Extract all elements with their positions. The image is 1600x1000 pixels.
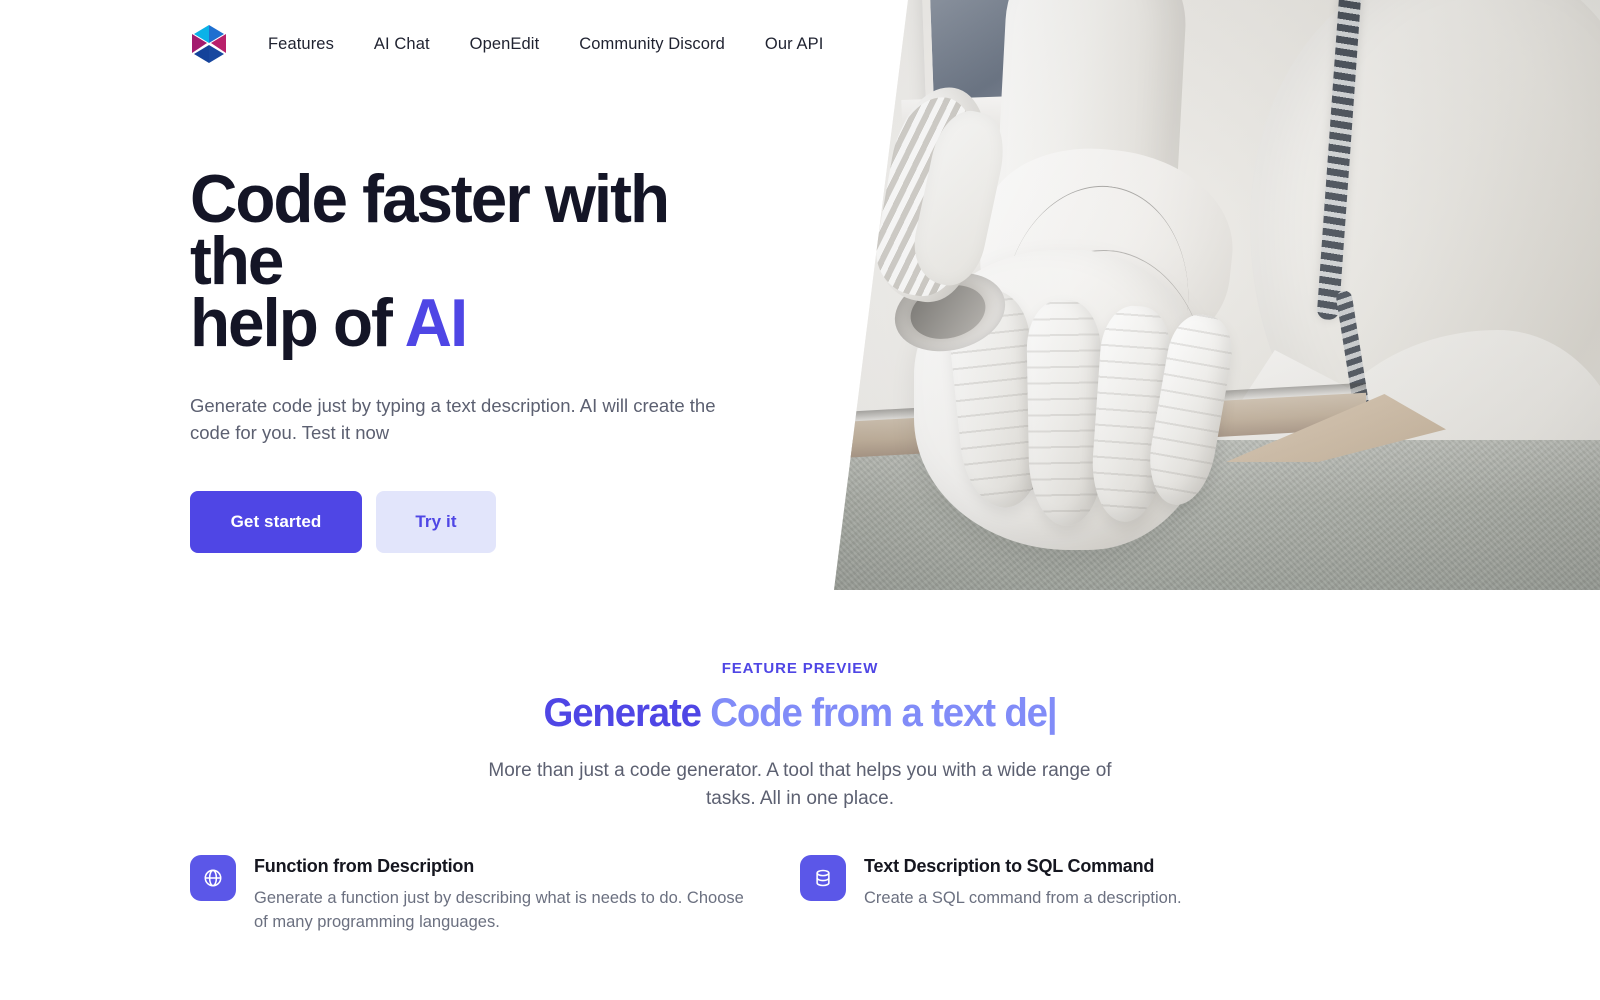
get-started-button[interactable]: Get started	[190, 491, 362, 553]
nav-links: Features AI Chat OpenEdit Community Disc…	[268, 35, 823, 54]
page-title: Code faster with the help of AI	[190, 165, 769, 357]
feature-card-function-from-description[interactable]: Function from Description Generate a fun…	[190, 855, 800, 934]
typed-animated-text: Code from a text de	[710, 691, 1048, 735]
nav-link-ai-chat[interactable]: AI Chat	[374, 35, 430, 54]
feature-preview-heading: Generate Code from a text de|	[32, 687, 1568, 739]
hero-image	[834, 0, 1600, 590]
photo-vignette	[834, 0, 1600, 590]
feature-card-title: Function from Description	[254, 856, 475, 876]
feature-preview-section: FEATURE PREVIEW Generate Code from a tex…	[0, 660, 1600, 813]
main-navigation: Features AI Chat OpenEdit Community Disc…	[0, 0, 1600, 88]
feature-card-description: Generate a function just by describing w…	[254, 889, 744, 931]
text-cursor: |	[1046, 691, 1058, 735]
feature-card-body: Text Description to SQL Command Create a…	[864, 855, 1182, 934]
nav-link-features[interactable]: Features	[268, 35, 334, 54]
database-icon	[800, 855, 846, 901]
hero-subtitle: Generate code just by typing a text desc…	[190, 395, 716, 443]
landing-page: Features AI Chat OpenEdit Community Disc…	[0, 0, 1600, 1000]
feature-card-text-description-to-sql[interactable]: Text Description to SQL Command Create a…	[800, 855, 1410, 934]
feature-preview-subtitle: More than just a code generator. A tool …	[488, 760, 1112, 809]
feature-preview-eyebrow: FEATURE PREVIEW	[721, 660, 879, 677]
nav-link-our-api[interactable]: Our API	[765, 35, 823, 54]
hero-title-line-1: Code faster with the	[190, 161, 670, 299]
nav-link-openedit[interactable]: OpenEdit	[470, 35, 540, 54]
feature-card-body: Function from Description Generate a fun…	[254, 855, 760, 934]
hero-title-highlight: AI	[404, 285, 469, 361]
hero-actions: Get started Try it	[190, 491, 790, 553]
feature-card-description: Create a SQL command from a description.	[864, 889, 1182, 907]
typed-static-text: Generate	[543, 691, 711, 735]
feature-card-title: Text Description to SQL Command	[864, 856, 1155, 876]
try-it-button[interactable]: Try it	[376, 491, 496, 553]
feature-cards: Function from Description Generate a fun…	[190, 855, 1410, 934]
globe-icon	[190, 855, 236, 901]
hero-content: Code faster with the help of AI Generate…	[190, 165, 790, 553]
hero-title-line-2: help of	[190, 285, 405, 361]
hexagon-prism-logo-icon[interactable]	[190, 23, 228, 65]
robot-hand-photo	[834, 0, 1600, 590]
nav-link-community-discord[interactable]: Community Discord	[579, 35, 725, 54]
